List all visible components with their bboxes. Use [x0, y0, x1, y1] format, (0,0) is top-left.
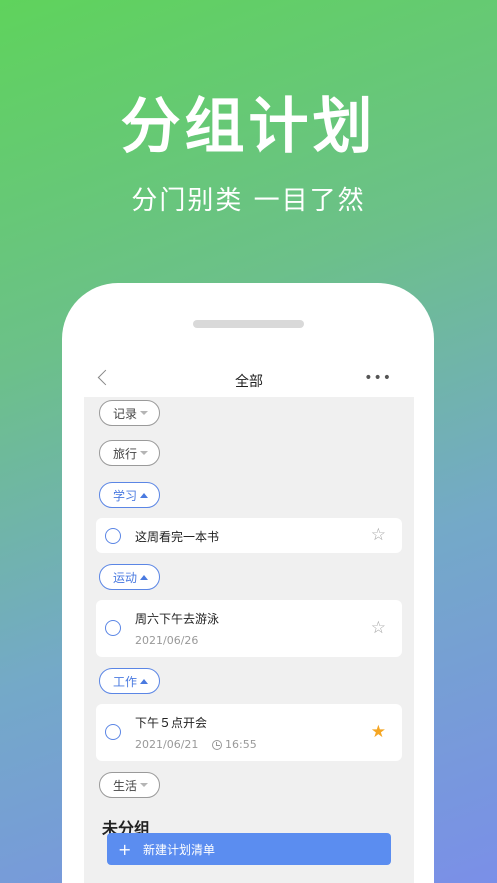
caret-up-icon — [140, 492, 149, 498]
task-title: 这周看完一本书 — [135, 530, 220, 544]
task-checkbox[interactable] — [105, 528, 121, 544]
task-checkbox[interactable] — [105, 724, 121, 740]
task-time-value: 16:55 — [225, 738, 257, 751]
group-chip-label: 记录 — [113, 406, 138, 421]
task-item[interactable]: 下午５点开会 2021/06/21 16:55 ★ — [96, 704, 402, 761]
task-date: 2021/06/26 — [135, 634, 199, 647]
caret-down-icon — [140, 411, 149, 415]
task-item[interactable]: 这周看完一本书 ☆ — [96, 518, 402, 553]
star-outline-icon[interactable]: ☆ — [371, 527, 386, 544]
group-chip-sport[interactable]: 运动 — [99, 564, 161, 590]
star-outline-icon[interactable]: ☆ — [371, 620, 386, 637]
task-date: 2021/06/21 — [135, 738, 199, 751]
task-checkbox[interactable] — [105, 620, 121, 636]
plus-icon: + — [118, 839, 132, 859]
clock-icon — [212, 739, 222, 750]
caret-up-icon — [140, 678, 149, 684]
task-time: 16:55 — [212, 738, 257, 751]
group-chip-label: 生活 — [113, 778, 138, 793]
task-item[interactable]: 周六下午去游泳 2021/06/26 ☆ — [96, 600, 402, 657]
group-chip-work[interactable]: 工作 — [99, 668, 161, 694]
task-title: 下午５点开会 — [135, 716, 208, 730]
task-title: 周六下午去游泳 — [135, 612, 220, 626]
group-chip-label: 学习 — [113, 488, 138, 503]
group-chip-travel[interactable]: 旅行 — [99, 440, 161, 466]
group-chip-study[interactable]: 学习 — [99, 482, 161, 508]
new-list-button-label: 新建计划清单 — [143, 842, 216, 857]
group-chip-label: 工作 — [113, 674, 138, 689]
more-icon[interactable]: ••• — [364, 371, 392, 385]
hero-title: 分组计划 — [120, 92, 377, 162]
star-filled-icon[interactable]: ★ — [371, 724, 386, 741]
phone-frame: 全部 ••• 记录 旅行 学习 这周看完一本书 ☆ 运动 周六下午去游泳 202… — [62, 283, 434, 883]
caret-down-icon — [140, 783, 149, 787]
hero-subtitle: 分门别类 一目了然 — [131, 186, 366, 216]
app-screen: 全部 ••• 记录 旅行 学习 这周看完一本书 ☆ 运动 周六下午去游泳 202… — [84, 363, 414, 883]
group-chip-label: 旅行 — [113, 446, 138, 461]
caret-up-icon — [140, 574, 149, 580]
group-chip-record[interactable]: 记录 — [99, 400, 161, 426]
caret-down-icon — [140, 451, 149, 455]
phone-speaker — [193, 320, 304, 328]
new-list-button[interactable]: + 新建计划清单 — [107, 833, 391, 865]
navbar: 全部 ••• — [84, 363, 414, 397]
group-chip-label: 运动 — [113, 570, 138, 585]
group-chip-life[interactable]: 生活 — [99, 772, 161, 798]
